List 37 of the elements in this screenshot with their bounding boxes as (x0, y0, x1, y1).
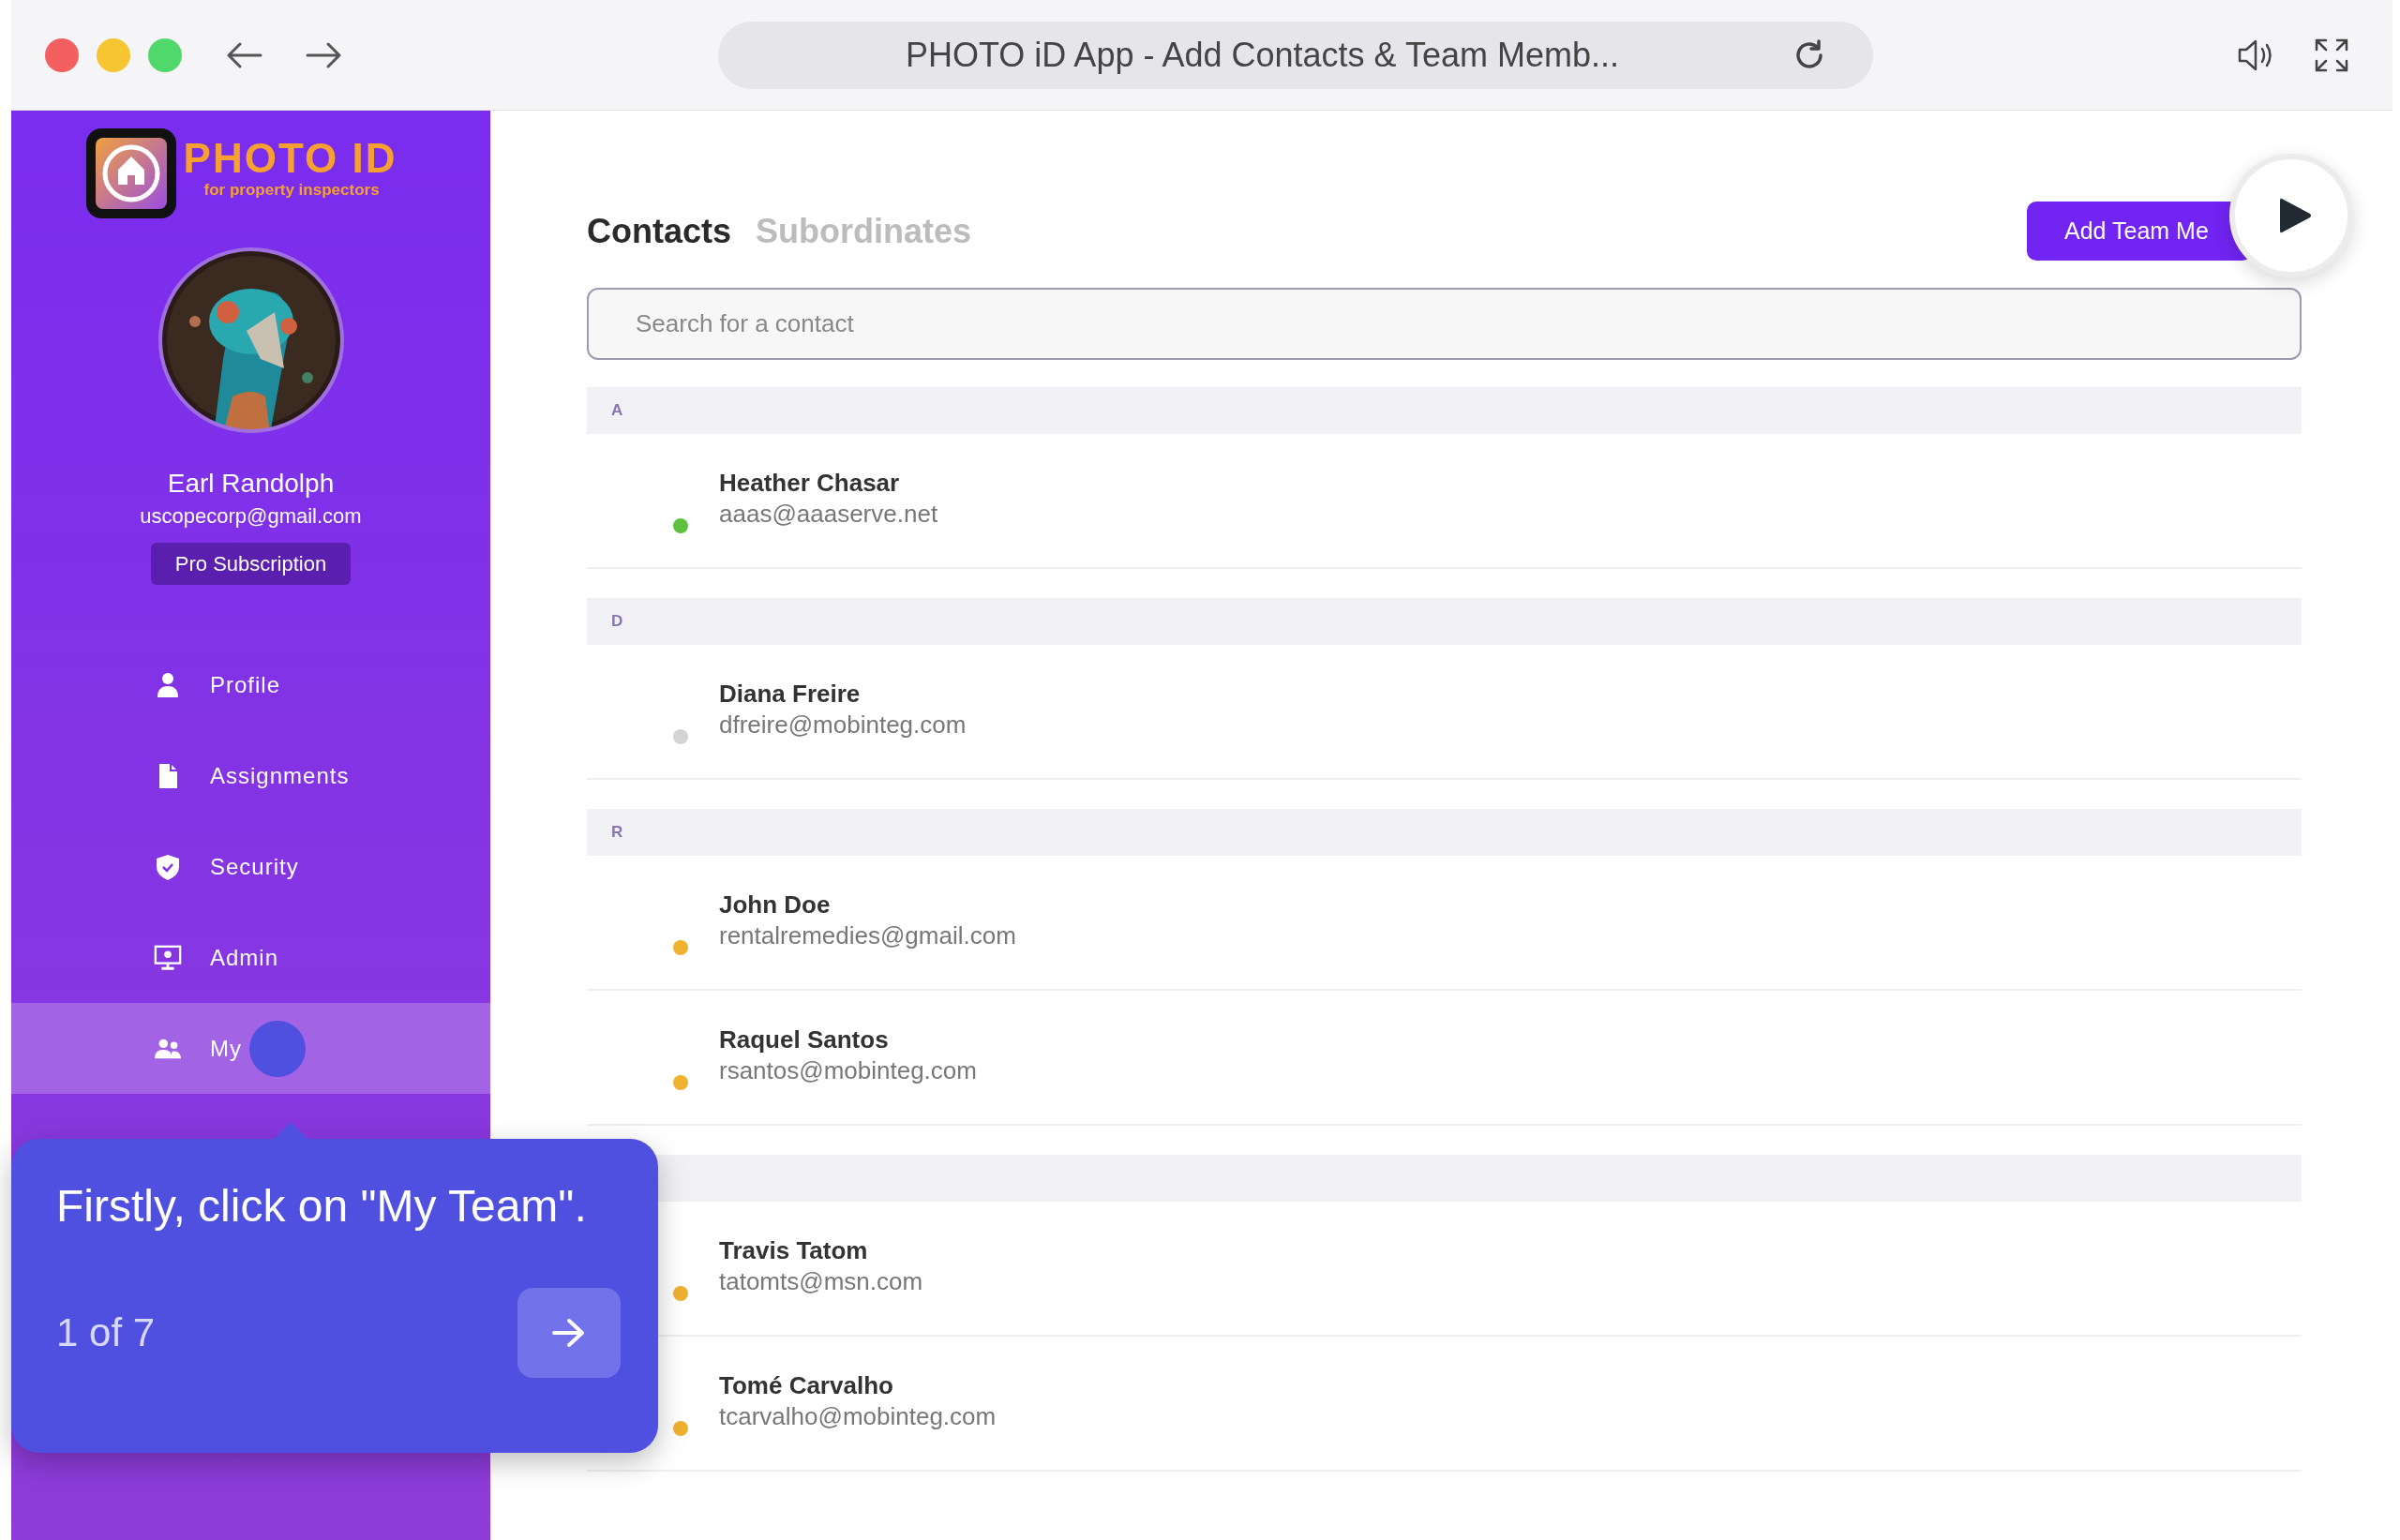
sidebar-item[interactable]: My (11, 1003, 490, 1094)
subscription-badge: Pro Subscription (150, 543, 352, 585)
contact-name: Raquel Santos (719, 1024, 890, 1055)
address-bar[interactable]: PHOTO iD App - Add Contacts & Team Memb... (718, 21, 1873, 89)
sidebar-item[interactable]: Profile (11, 639, 490, 730)
contact-name: Travis Tatom (719, 1235, 869, 1266)
contact-name: Heather Chasar (719, 468, 901, 499)
contact-email: rentalremedies@gmail.com (719, 920, 1016, 951)
logo-icon (85, 128, 176, 218)
contact-email: tcarvalho@mobinteg.com (719, 1401, 997, 1432)
sidebar-item[interactable]: Admin (11, 912, 490, 1003)
brand-name: PHOTO ID (183, 136, 398, 181)
contact-name: Diana Freire (719, 679, 862, 710)
section-letter: D (611, 612, 623, 631)
contact-email: rsantos@mobinteg.com (719, 1055, 977, 1086)
search-field[interactable]: Search for a contact (587, 288, 2302, 360)
back-arrow-icon[interactable] (225, 40, 262, 69)
tab[interactable]: Contacts (587, 211, 732, 251)
sidebar-item[interactable]: Assignments (11, 730, 490, 821)
contact-email: dfreire@mobinteg.com (719, 710, 967, 740)
section-letter: R (611, 823, 623, 842)
close-window-button[interactable] (45, 37, 79, 72)
section-letter: A (611, 401, 623, 420)
next-button[interactable] (518, 1288, 621, 1378)
sidebar-item[interactable]: Security (11, 821, 490, 912)
contact-email: tatomts@msn.com (719, 1266, 923, 1297)
shield-icon (154, 852, 182, 881)
step-counter: 1 of 7 (56, 1310, 156, 1355)
user-name: Earl Randolph (167, 468, 335, 500)
tour-message: Firstly, click on "My Team". (56, 1180, 588, 1232)
contact-email: aaas@aaaserve.net (719, 499, 938, 530)
brand-tagline: for property inspectors (203, 181, 381, 200)
user-email: uscopecorp@gmail.com (140, 503, 362, 530)
contact-name: John Doe (719, 890, 832, 920)
forward-arrow-icon[interactable] (306, 40, 343, 69)
monitor-icon (154, 943, 182, 972)
contact-name: Tomé Carvalho (719, 1370, 894, 1401)
